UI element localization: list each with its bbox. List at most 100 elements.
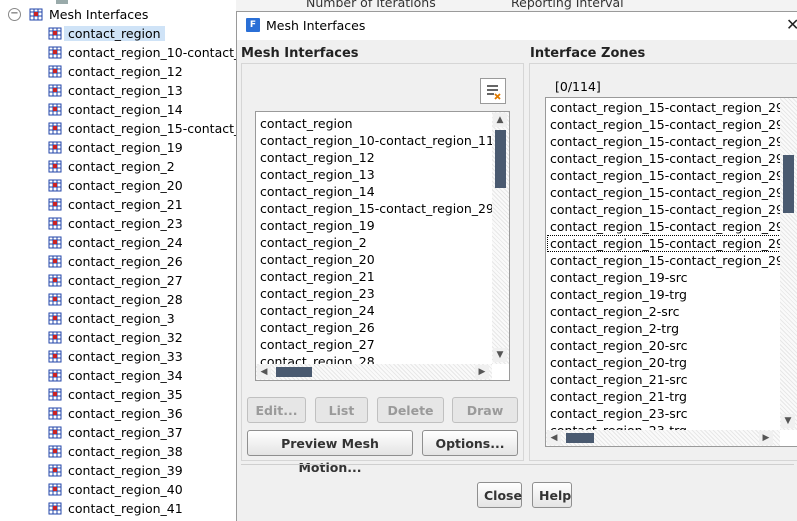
mesh-interface-icon — [48, 198, 62, 211]
scroll-right-arrow-icon[interactable]: ▶ — [759, 431, 773, 445]
list-item[interactable]: contact_region_20 — [260, 251, 375, 268]
tree-item[interactable]: contact_region_34 — [48, 366, 183, 385]
tree-item[interactable]: contact_region_37 — [48, 423, 183, 442]
tree-item[interactable]: contact_region_20 — [48, 176, 183, 195]
horizontal-scrollbar[interactable]: ◀ ▶ — [256, 364, 492, 380]
list-item[interactable]: contact_region_24 — [260, 302, 375, 319]
tree-item[interactable]: contact_region_35 — [48, 385, 183, 404]
tree-item[interactable]: contact_region_3 — [48, 309, 175, 328]
list-item[interactable]: contact_region_23-src — [550, 405, 687, 422]
tree-item[interactable]: contact_region_13 — [48, 81, 183, 100]
scroll-thumb[interactable] — [783, 155, 794, 213]
delete-button[interactable]: Delete — [377, 397, 444, 423]
list-item[interactable]: contact_region_12 — [260, 149, 375, 166]
list-item[interactable]: contact_region_21-src — [550, 371, 687, 388]
list-item[interactable]: contact_region_20-trg — [550, 354, 687, 371]
tree-item[interactable]: contact_region_23 — [48, 214, 183, 233]
tree-item[interactable]: contact_region_39 — [48, 461, 183, 480]
list-item[interactable]: contact_region_21 — [260, 268, 375, 285]
tree-item[interactable]: contact_region_12 — [48, 62, 183, 81]
options-button[interactable]: Options... — [422, 430, 518, 456]
close-button[interactable]: Close — [477, 482, 522, 508]
list-button[interactable]: List — [315, 397, 368, 423]
tree-item-label: contact_region_3 — [68, 311, 175, 326]
preview-mesh-motion-button[interactable]: Preview Mesh Motion... — [247, 430, 413, 475]
scroll-left-arrow-icon[interactable]: ◀ — [547, 431, 561, 445]
list-item[interactable]: contact_region — [260, 115, 353, 132]
list-item[interactable]: contact_region_2 — [260, 234, 367, 251]
tree-item[interactable]: contact_region_14 — [48, 100, 183, 119]
list-item[interactable]: contact_region_15-contact_region_29-co — [260, 200, 509, 217]
interface-zones-list[interactable]: contact_region_15-contact_region_29-co co… — [545, 97, 797, 447]
list-item[interactable]: contact_region_15-contact_region_29-co — [550, 133, 797, 150]
edit-button[interactable]: Edit... — [247, 397, 306, 423]
list-item[interactable]: contact_region_10-contact_region_11-co — [260, 132, 509, 149]
tree-node-mesh-interfaces[interactable]: − Mesh Interfaces — [8, 5, 148, 24]
horizontal-scrollbar[interactable]: ◀ ▶ — [546, 430, 780, 446]
mesh-interface-icon — [48, 27, 62, 40]
scroll-left-arrow-icon[interactable]: ◀ — [257, 365, 271, 379]
list-item[interactable]: contact_region_15-contact_region_29-co — [550, 150, 797, 167]
tree-item[interactable]: contact_region_32 — [48, 328, 183, 347]
list-item[interactable]: contact_region_2-src — [550, 303, 680, 320]
scroll-down-arrow-icon[interactable]: ▼ — [493, 348, 507, 362]
tree-item[interactable]: contact_region_41 — [48, 499, 183, 518]
list-filter-icon — [487, 85, 501, 100]
scroll-thumb[interactable] — [276, 367, 312, 377]
list-item[interactable]: contact_region_15-contact_region_29-co — [547, 235, 797, 252]
tree-item[interactable]: contact_region_26 — [48, 252, 183, 271]
list-item[interactable]: contact_region_23 — [260, 285, 375, 302]
scroll-thumb[interactable] — [566, 433, 594, 443]
scroll-thumb[interactable] — [495, 130, 506, 188]
list-item[interactable]: contact_region_20-src — [550, 337, 687, 354]
draw-button[interactable]: Draw — [452, 397, 518, 423]
list-item[interactable]: contact_region_15-contact_region_29-co — [550, 201, 797, 218]
list-item[interactable]: contact_region_2-trg — [550, 320, 679, 337]
vertical-scrollbar[interactable]: ▼ — [780, 98, 797, 430]
tree-partial-item — [56, 0, 68, 4]
tree-item[interactable]: contact_region_33 — [48, 347, 183, 366]
tree-item-label: contact_region_27 — [68, 273, 183, 288]
iterations-label: Number of Iterations — [306, 0, 436, 10]
tree-item[interactable]: contact_region_10-contact_re — [48, 43, 236, 62]
list-item[interactable]: contact_region_21-trg — [550, 388, 687, 405]
tree-item[interactable]: contact_region_40 — [48, 480, 183, 499]
vertical-scrollbar[interactable]: ▲ ▼ — [492, 112, 509, 364]
tree-item[interactable]: contact_region_24 — [48, 233, 183, 252]
filter-clear-button[interactable] — [480, 78, 506, 104]
list-item[interactable]: contact_region_15-contact_region_29-co — [550, 116, 797, 133]
list-item[interactable]: contact_region_19-src — [550, 269, 687, 286]
scroll-right-arrow-icon[interactable]: ▶ — [475, 365, 489, 379]
tree-item[interactable]: contact_region_19 — [48, 138, 183, 157]
list-item[interactable]: contact_region_19-trg — [550, 286, 687, 303]
scroll-down-arrow-icon[interactable]: ▼ — [781, 414, 795, 428]
tree-item-label: contact_region_23 — [68, 216, 183, 231]
tree-item[interactable]: contact_region_28 — [48, 290, 183, 309]
list-item[interactable]: contact_region_26 — [260, 319, 375, 336]
tree-item[interactable]: contact_region — [48, 24, 165, 43]
close-icon[interactable]: ✕ — [786, 15, 797, 34]
collapse-toggle-icon[interactable]: − — [8, 8, 21, 21]
tree-item[interactable]: contact_region_2 — [48, 157, 175, 176]
list-item[interactable]: contact_region_15-contact_region_29-co — [550, 218, 797, 235]
mesh-interfaces-list[interactable]: contact_region contact_region_10-contact_… — [255, 111, 510, 381]
list-item[interactable]: contact_region_13 — [260, 166, 375, 183]
mesh-interface-icon — [48, 369, 62, 382]
list-item[interactable]: contact_region_14 — [260, 183, 375, 200]
list-item[interactable]: contact_region_15-contact_region_29-co — [550, 167, 797, 184]
tree-item[interactable]: contact_region_15-contact_re — [48, 119, 236, 138]
tree-item[interactable]: contact_region_38 — [48, 442, 183, 461]
list-item[interactable]: contact_region_19 — [260, 217, 375, 234]
list-item[interactable]: contact_region_27 — [260, 336, 375, 353]
list-item[interactable]: contact_region_15-contact_region_29-co — [550, 184, 797, 201]
list-item[interactable]: contact_region_15-contact_region_29-co — [550, 99, 797, 116]
list-item[interactable]: contact_region_15-contact_region_29-co — [550, 252, 797, 269]
scroll-up-arrow-icon[interactable]: ▲ — [493, 113, 507, 127]
dialog-titlebar[interactable]: F Mesh Interfaces ✕ — [237, 12, 797, 40]
tree-item[interactable]: contact_region_36 — [48, 404, 183, 423]
help-button[interactable]: Help — [532, 482, 572, 508]
tree-item[interactable]: contact_region_21 — [48, 195, 183, 214]
interface-zones-title: Interface Zones — [530, 46, 646, 61]
tree-item[interactable]: contact_region_27 — [48, 271, 183, 290]
mesh-interface-icon — [48, 65, 62, 78]
